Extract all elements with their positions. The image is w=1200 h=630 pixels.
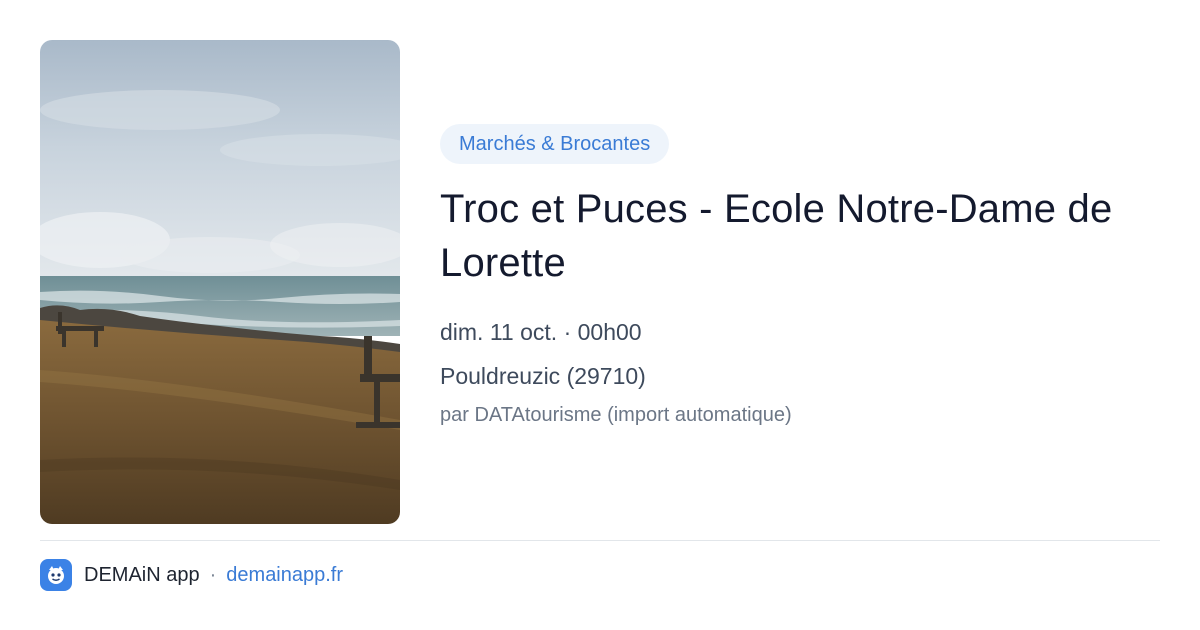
category-badge[interactable]: Marchés & Brocantes	[440, 124, 670, 164]
event-date: dim. 11 oct. · 00h00	[440, 319, 642, 345]
footer-separator: ·	[209, 563, 217, 586]
event-location: Pouldreuzic (29710)	[440, 363, 646, 389]
footer-divider	[40, 540, 1160, 541]
event-info: Marchés & Brocantes Troc et Puces - Ecol…	[440, 124, 1160, 430]
seaside-photo	[40, 40, 400, 524]
footer: DEMAiN app · demainapp.fr	[40, 558, 343, 592]
demain-app-icon	[40, 559, 72, 591]
event-photo	[40, 40, 400, 524]
app-name: DEMAiN app	[84, 563, 200, 586]
event-source: par DATAtourisme (import automatique)	[440, 404, 792, 426]
site-link[interactable]: demainapp.fr	[226, 564, 343, 587]
event-title: Troc et Puces - Ecole Notre-Dame de Lore…	[440, 187, 1113, 285]
